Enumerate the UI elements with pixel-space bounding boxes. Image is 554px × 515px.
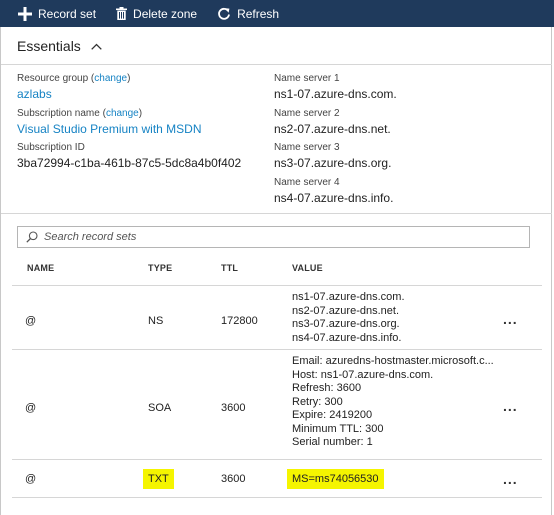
record-ttl: 3600: [221, 473, 246, 485]
record-type: NS: [148, 315, 164, 327]
record-ttl: 172800: [221, 315, 258, 327]
record-value-line: Refresh: 3600: [292, 382, 362, 394]
plus-icon: [18, 6, 32, 21]
refresh-icon: [218, 7, 230, 20]
record-value-line: ns2-07.azure-dns.net.: [292, 304, 400, 317]
column-header-value[interactable]: VALUE: [292, 263, 323, 273]
record-value-line: ns1-07.azure-dns.com.: [292, 291, 405, 303]
essentials-divider-top: [1, 64, 552, 65]
record-value-line: Host: ns1-07.azure-dns.com.: [292, 368, 434, 381]
essentials-divider-bottom: [1, 213, 552, 214]
refresh-label: Refresh: [237, 6, 280, 21]
record-type-highlighted: TXT: [143, 469, 174, 489]
column-header-name[interactable]: NAME: [27, 263, 54, 273]
add-record-set-button[interactable]: Record set: [18, 0, 104, 27]
row-more-button[interactable]: ...: [503, 471, 518, 487]
record-value-line: Email: azuredns-hostmaster.microsoft.c..…: [292, 355, 494, 367]
delete-zone-button[interactable]: Delete zone: [116, 0, 205, 27]
name-server-1-label: Name server 1: [274, 73, 340, 84]
record-value-highlighted: MS=ms74056530: [287, 469, 384, 489]
record-value-line: Minimum TTL: 300: [292, 422, 384, 435]
name-server-2-label: Name server 2: [274, 108, 340, 119]
row-divider: [12, 497, 542, 498]
resource-group-label: Resource group (change): [17, 73, 131, 84]
record-type: SOA: [148, 402, 172, 414]
record-values: Email: azuredns-hostmaster.microsoft.c..…: [292, 355, 502, 450]
record-name: @: [25, 402, 37, 414]
trash-icon: [116, 7, 128, 20]
record-set-label: Record set: [38, 6, 97, 21]
record-value-line: Retry: 300: [292, 395, 343, 408]
record-name: @: [25, 315, 37, 327]
record-type: TXT: [143, 469, 174, 489]
record-values: ns1-07.azure-dns.com. ns2-07.azure-dns.n…: [292, 291, 502, 345]
record-ttl: 3600: [221, 402, 246, 414]
subscription-id-label: Subscription ID: [17, 142, 85, 153]
resource-group-label-text: Resource group: [17, 73, 89, 84]
row-more-button[interactable]: ...: [503, 398, 518, 414]
name-server-1-value: ns1-07.azure-dns.com.: [274, 87, 397, 101]
row-more-button[interactable]: ...: [503, 311, 518, 327]
record-value-line: ns3-07.azure-dns.org.: [292, 318, 400, 330]
chevron-up-icon: [91, 43, 102, 50]
subscription-name-label: Subscription name (change): [17, 108, 143, 119]
name-server-3-label: Name server 3: [274, 142, 340, 153]
record-name: @: [25, 473, 37, 485]
search-icon: [26, 231, 38, 243]
subscription-name-link[interactable]: Visual Studio Premium with MSDN: [17, 122, 202, 136]
subscription-id-value: 3ba72994-c1ba-461b-87c5-5dc8a4b0f402: [17, 156, 242, 170]
record-value-line: ns4-07.azure-dns.info.: [292, 331, 402, 344]
column-header-type[interactable]: TYPE: [148, 263, 172, 273]
record-value-line: Expire: 2419200: [292, 409, 373, 421]
delete-zone-label: Delete zone: [133, 6, 198, 21]
subscription-name-label-text: Subscription name: [17, 108, 100, 119]
name-server-4-label: Name server 4: [274, 177, 340, 188]
search-box[interactable]: [17, 226, 530, 248]
header-divider: [12, 285, 542, 286]
record-value-line: Serial number: 1: [292, 436, 373, 448]
name-server-4-value: ns4-07.azure-dns.info.: [274, 191, 394, 205]
row-divider: [12, 459, 542, 460]
column-header-ttl[interactable]: TTL: [221, 263, 238, 273]
command-bar: Record set Delete zone Refresh: [0, 0, 554, 27]
name-server-3-value: ns3-07.azure-dns.org.: [274, 156, 392, 170]
record-value-line: MS=ms74056530: [287, 469, 384, 489]
search-record-sets-input[interactable]: [44, 231, 514, 243]
essentials-toggle[interactable]: Essentials: [17, 38, 102, 54]
resource-group-link[interactable]: azlabs: [17, 87, 52, 101]
name-server-2-value: ns2-07.azure-dns.net.: [274, 122, 391, 136]
refresh-button[interactable]: Refresh: [217, 0, 287, 27]
subscription-change-link[interactable]: change: [106, 108, 139, 119]
row-divider: [12, 349, 542, 350]
resource-group-change-link[interactable]: change: [94, 73, 127, 84]
essentials-title: Essentials: [17, 38, 81, 54]
